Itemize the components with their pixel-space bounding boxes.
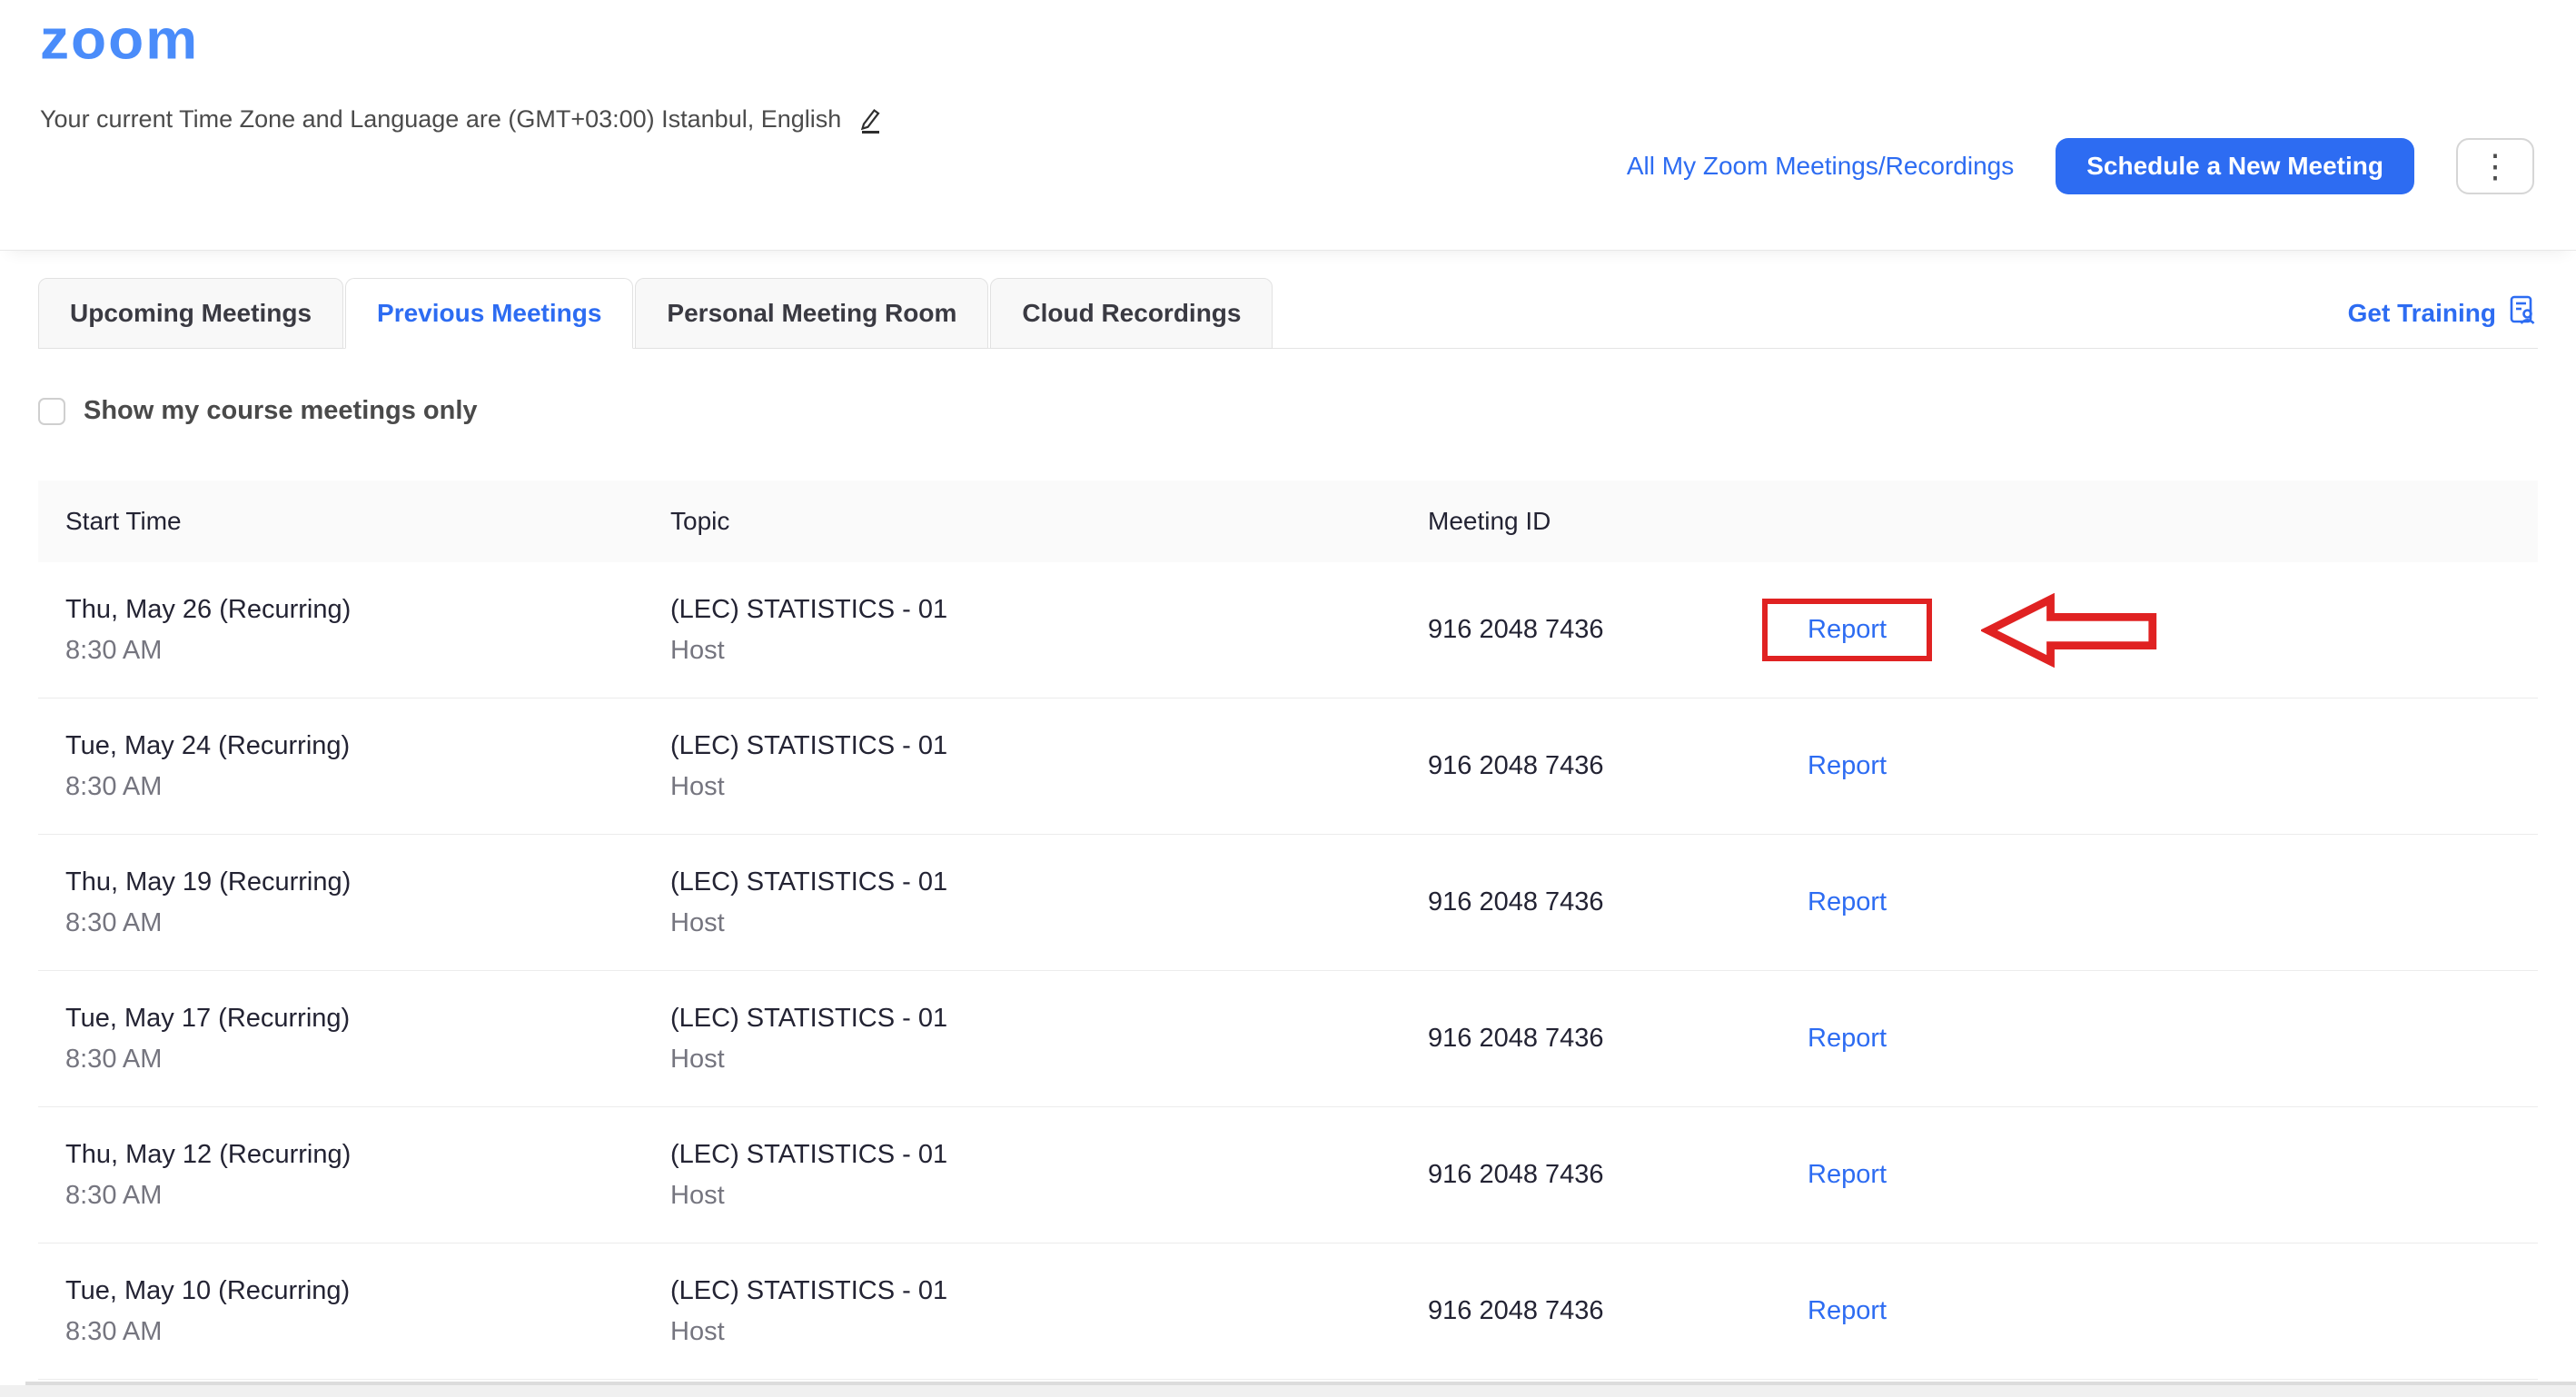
bottom-divider <box>0 1382 2576 1397</box>
get-training-link[interactable]: Get Training <box>2348 294 2538 332</box>
get-training-label: Get Training <box>2348 299 2496 328</box>
meeting-time: 8:30 AM <box>65 1181 670 1211</box>
meeting-role: Host <box>670 772 1428 802</box>
column-start-time: Start Time <box>65 507 670 536</box>
column-topic: Topic <box>670 507 1428 536</box>
meeting-time: 8:30 AM <box>65 636 670 666</box>
meeting-id: 916 2048 7436 <box>1428 1160 1808 1190</box>
meeting-date: Thu, May 26 (Recurring) <box>65 595 670 625</box>
tab-cloud-recordings[interactable]: Cloud Recordings <box>990 278 1273 349</box>
report-link[interactable]: Report <box>1808 751 1887 781</box>
meeting-id: 916 2048 7436 <box>1428 1296 1808 1326</box>
schedule-new-meeting-button[interactable]: Schedule a New Meeting <box>2056 138 2414 194</box>
report-link[interactable]: Report <box>1808 1296 1887 1326</box>
table-row: Tue, May 10 (Recurring) 8:30 AM (LEC) ST… <box>38 1243 2538 1380</box>
annotation-left-arrow <box>1981 593 2159 668</box>
meeting-role: Host <box>670 1045 1428 1075</box>
meeting-time: 8:30 AM <box>65 1045 670 1075</box>
column-meeting-id: Meeting ID <box>1428 507 1808 536</box>
meeting-date: Thu, May 12 (Recurring) <box>65 1140 670 1170</box>
meeting-topic: (LEC) STATISTICS - 01 <box>670 1004 1428 1034</box>
table-row: Tue, May 17 (Recurring) 8:30 AM (LEC) ST… <box>38 971 2538 1107</box>
meeting-topic: (LEC) STATISTICS - 01 <box>670 1276 1428 1306</box>
table-row: Thu, May 19 (Recurring) 8:30 AM (LEC) ST… <box>38 835 2538 971</box>
timezone-text: Your current Time Zone and Language are … <box>40 105 841 134</box>
course-meetings-checkbox[interactable] <box>38 398 65 425</box>
tab-upcoming-meetings[interactable]: Upcoming Meetings <box>38 278 343 349</box>
report-link[interactable]: Report <box>1808 1024 1887 1054</box>
edit-timezone-icon[interactable] <box>856 106 883 134</box>
meetings-tab-bar: Upcoming Meetings Previous Meetings Pers… <box>38 278 2538 349</box>
meeting-topic: (LEC) STATISTICS - 01 <box>670 1140 1428 1170</box>
header-actions: All My Zoom Meetings/Recordings Schedule… <box>1627 138 2534 194</box>
meeting-time: 8:30 AM <box>65 1317 670 1347</box>
meeting-time: 8:30 AM <box>65 772 670 802</box>
previous-meetings-table: Start Time Topic Meeting ID Thu, May 26 … <box>38 481 2538 1380</box>
table-header-row: Start Time Topic Meeting ID <box>38 481 2538 562</box>
report-link[interactable]: Report <box>1808 1160 1887 1190</box>
meeting-id: 916 2048 7436 <box>1428 1024 1808 1054</box>
meeting-role: Host <box>670 636 1428 666</box>
meeting-topic: (LEC) STATISTICS - 01 <box>670 867 1428 897</box>
meeting-id: 916 2048 7436 <box>1428 887 1808 917</box>
meeting-topic: (LEC) STATISTICS - 01 <box>670 731 1428 761</box>
meeting-role: Host <box>670 1317 1428 1347</box>
meeting-date: Thu, May 19 (Recurring) <box>65 867 670 897</box>
tab-personal-meeting-room[interactable]: Personal Meeting Room <box>635 278 988 349</box>
more-options-button[interactable]: ⋮ <box>2456 138 2534 194</box>
report-link[interactable]: Report <box>1808 615 1887 645</box>
table-row: Thu, May 12 (Recurring) 8:30 AM (LEC) ST… <box>38 1107 2538 1243</box>
meeting-time: 8:30 AM <box>65 908 670 938</box>
meeting-date: Tue, May 24 (Recurring) <box>65 731 670 761</box>
meeting-id: 916 2048 7436 <box>1428 615 1808 645</box>
tab-previous-meetings[interactable]: Previous Meetings <box>345 278 633 349</box>
training-doc-icon <box>2507 294 2538 332</box>
table-row: Tue, May 24 (Recurring) 8:30 AM (LEC) ST… <box>38 698 2538 835</box>
meeting-date: Tue, May 17 (Recurring) <box>65 1004 670 1034</box>
table-row: Thu, May 26 (Recurring) 8:30 AM (LEC) ST… <box>38 562 2538 698</box>
course-filter-row: Show my course meetings only <box>38 396 2538 426</box>
main-content: Upcoming Meetings Previous Meetings Pers… <box>0 278 2576 1380</box>
meeting-role: Host <box>670 1181 1428 1211</box>
meeting-id: 916 2048 7436 <box>1428 751 1808 781</box>
zoom-logo: zoom <box>40 6 199 72</box>
timezone-line: Your current Time Zone and Language are … <box>40 105 883 134</box>
meeting-role: Host <box>670 908 1428 938</box>
page-header: zoom Your current Time Zone and Language… <box>0 0 2576 251</box>
report-link[interactable]: Report <box>1808 887 1887 917</box>
meeting-topic: (LEC) STATISTICS - 01 <box>670 595 1428 625</box>
all-meetings-link[interactable]: All My Zoom Meetings/Recordings <box>1627 152 2014 181</box>
course-filter-label: Show my course meetings only <box>84 396 478 426</box>
meeting-date: Tue, May 10 (Recurring) <box>65 1276 670 1306</box>
annotation-highlight-box: Report <box>1762 599 1932 661</box>
